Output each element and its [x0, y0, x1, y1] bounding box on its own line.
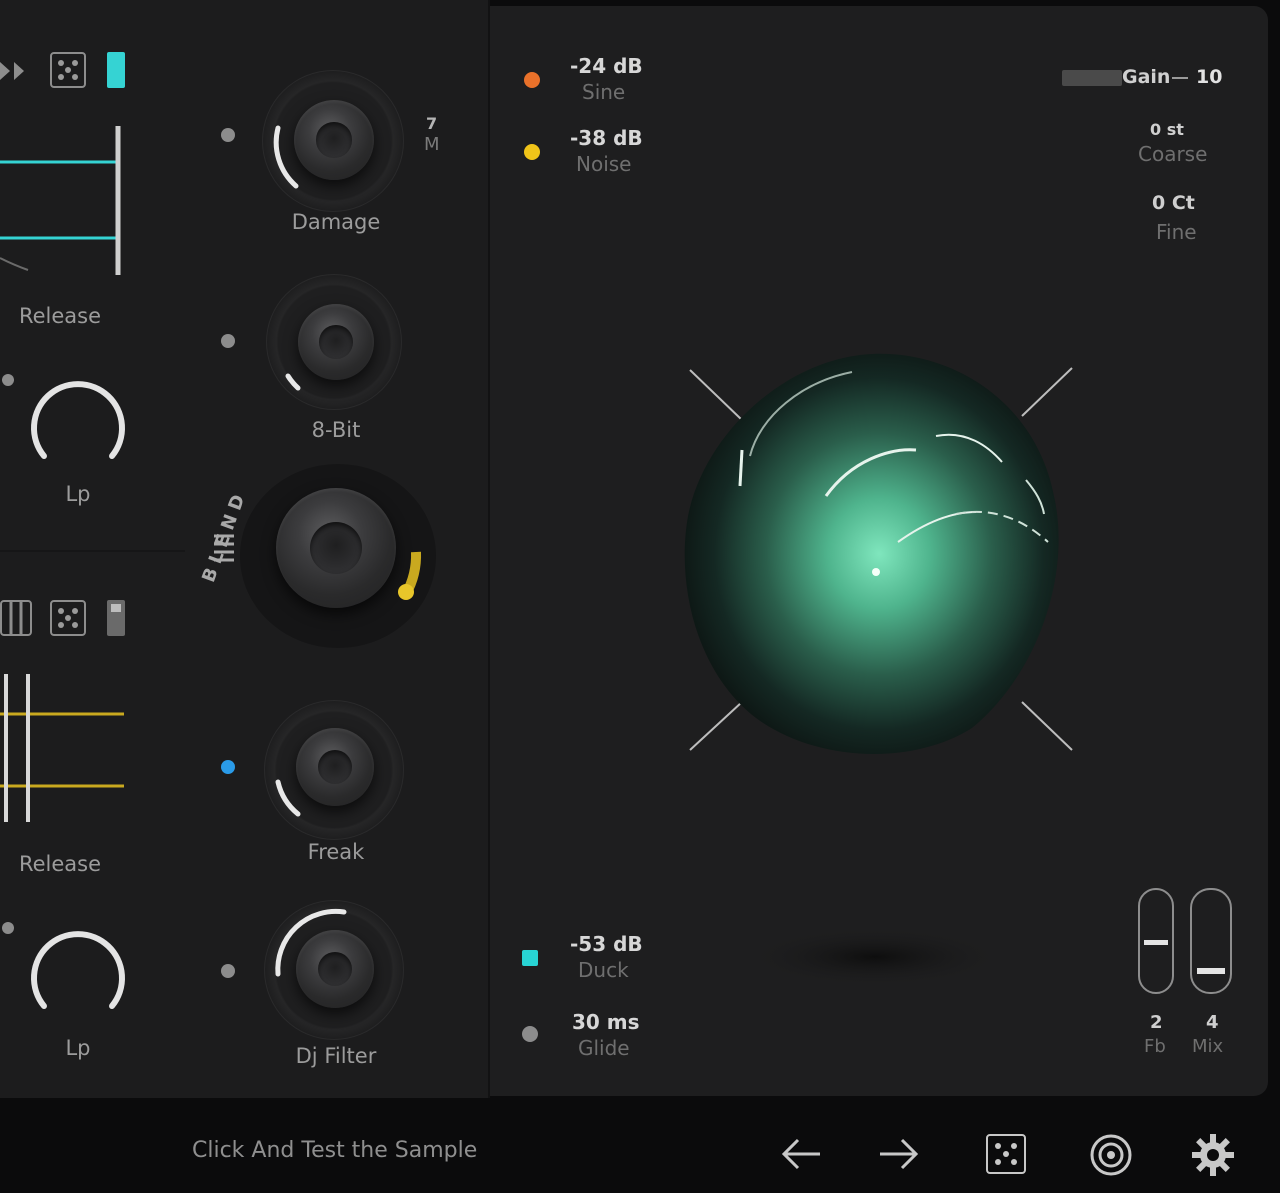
lp-mod-dot[interactable] — [2, 922, 14, 934]
damage-side-unit: M — [424, 134, 440, 155]
orb-shadow — [745, 927, 1005, 987]
lp-label: Lp — [65, 1036, 91, 1060]
envelope-graph[interactable] — [0, 120, 130, 280]
arrow-left-icon[interactable] — [778, 1134, 824, 1174]
mix-value: 4 — [1206, 1012, 1219, 1033]
dj-filter-label: Dj Filter — [295, 1044, 377, 1068]
freak-mod-dot[interactable] — [221, 760, 235, 774]
noise-value[interactable]: -38 dB — [570, 126, 643, 150]
mix-slider-handle[interactable] — [1197, 968, 1225, 974]
sine-value[interactable]: -24 dB — [570, 54, 643, 78]
lp-mod-dot[interactable] — [2, 374, 14, 386]
damage-side-value: 7 — [426, 114, 438, 133]
fine-value[interactable]: 0 Ct — [1152, 192, 1195, 214]
dice-icon[interactable] — [986, 1134, 1026, 1174]
orb-visualizer[interactable] — [676, 346, 1076, 766]
gain-label: Gain — [1122, 66, 1171, 88]
coarse-name: Coarse — [1138, 142, 1208, 166]
glide-value[interactable]: 30 ms — [572, 1010, 640, 1034]
piano-icon[interactable] — [0, 600, 34, 638]
noise-dot[interactable] — [524, 144, 540, 160]
fb-value: 2 — [1150, 1012, 1163, 1033]
synth-plugin: Release Lp Release Lp 7 M Damage 8-Bit B… — [0, 0, 1280, 1193]
damage-label: Damage — [291, 210, 381, 234]
fb-slider-handle[interactable] — [1144, 940, 1168, 945]
footer-hint: Click And Test the Sample — [192, 1138, 478, 1163]
fb-name: Fb — [1144, 1036, 1166, 1057]
freak-label: Freak — [307, 840, 365, 864]
dj-filter-mod-dot[interactable] — [221, 964, 235, 978]
lp-knob[interactable] — [24, 372, 132, 468]
bit-label: 8-Bit — [311, 418, 361, 442]
mix-name: Mix — [1192, 1036, 1224, 1057]
play-icon[interactable] — [0, 58, 30, 84]
glide-dot[interactable] — [522, 1026, 538, 1042]
gear-icon[interactable] — [1190, 1132, 1236, 1178]
envelope-mode-toggle[interactable] — [107, 52, 125, 88]
noise-name: Noise — [576, 152, 632, 176]
gain-value[interactable]: 10 — [1196, 66, 1222, 88]
damage-knob-arc — [273, 125, 299, 189]
right-panel: -24 dB Sine -38 dB Noise Gain 10 0 st Co… — [490, 6, 1268, 1096]
freak-knob-arc — [275, 779, 301, 817]
damage-mod-dot[interactable] — [221, 128, 235, 142]
target-icon[interactable] — [1088, 1132, 1134, 1178]
left-panel: Release Lp Release Lp 7 M Damage 8-Bit B… — [0, 0, 490, 1098]
arrow-right-icon[interactable] — [876, 1134, 922, 1174]
sine-name: Sine — [582, 80, 626, 104]
gain-separator — [1172, 77, 1188, 79]
blend-mode-icon[interactable] — [210, 532, 240, 566]
dice-icon[interactable] — [50, 600, 86, 636]
dj-filter-knob-arc — [275, 908, 347, 977]
bit-knob-arc — [285, 373, 301, 391]
release-label: Release — [18, 852, 102, 876]
duck-dot[interactable] — [522, 950, 538, 966]
duck-value[interactable]: -53 dB — [570, 932, 643, 956]
bit-mod-dot[interactable] — [221, 334, 235, 348]
duck-name: Duck — [578, 958, 629, 982]
lp-knob[interactable] — [24, 922, 132, 1018]
glide-name: Glide — [578, 1036, 630, 1060]
mix-slider[interactable] — [1190, 888, 1232, 994]
release-label: Release — [18, 304, 102, 328]
coarse-value[interactable]: 0 st — [1150, 120, 1184, 139]
envelope-mode-toggle[interactable] — [107, 600, 125, 636]
dice-icon[interactable] — [50, 52, 86, 88]
section-divider — [0, 550, 185, 552]
gain-slider-track[interactable] — [1062, 70, 1122, 86]
fine-name: Fine — [1156, 220, 1197, 244]
sine-dot[interactable] — [524, 72, 540, 88]
fb-slider[interactable] — [1138, 888, 1174, 994]
envelope-graph[interactable] — [0, 670, 130, 830]
lp-label: Lp — [65, 482, 91, 506]
